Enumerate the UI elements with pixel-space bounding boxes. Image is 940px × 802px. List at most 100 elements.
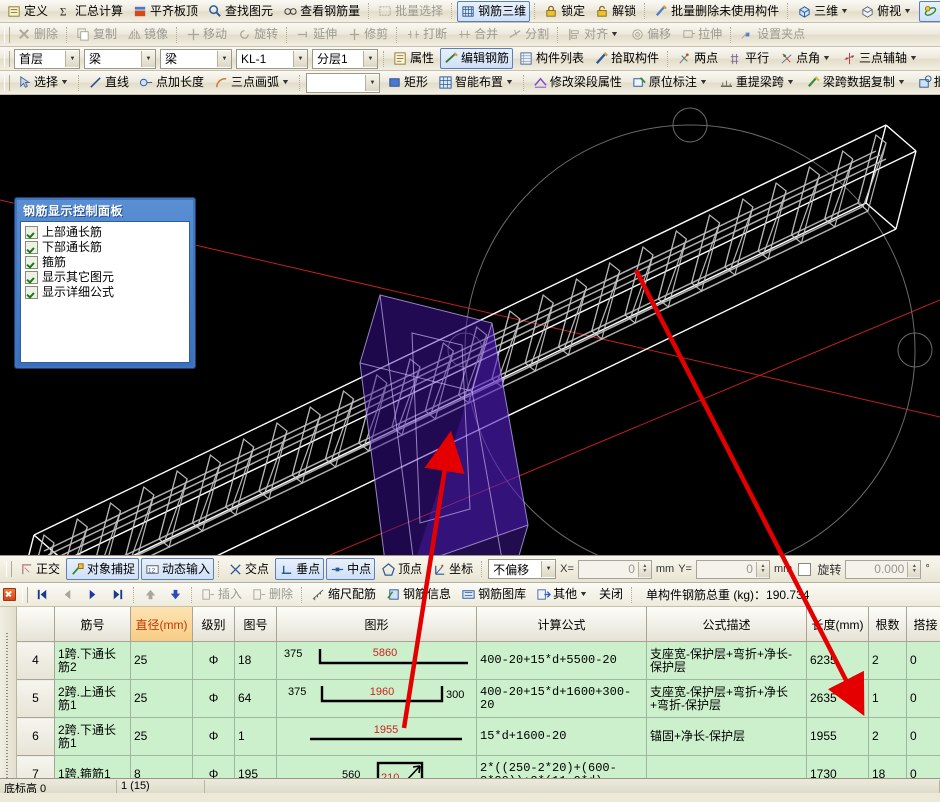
toolbar-item-smart-layout-icon[interactable]: 智能布置 ▼ <box>434 72 519 93</box>
cell-name[interactable]: 2跨.下通长筋1 <box>54 717 131 756</box>
toolbar-item-batch-delete-icon[interactable]: 批量删除未使用构件 <box>650 1 783 22</box>
toolbar-item-three-point-axis-icon[interactable]: 三点辅轴 ▼ <box>838 48 923 69</box>
toolbar-item-parallel-icon[interactable]: 平行 <box>724 48 773 69</box>
rebar-panel-row[interactable]: 箍筋 <box>25 255 185 269</box>
toolbar-item-close-panel[interactable]: 关闭 <box>595 584 627 605</box>
cell-diameter[interactable]: 25 <box>130 717 193 756</box>
toolbar-item-midpoint-icon[interactable]: 中点 <box>326 558 376 580</box>
column-header-idx[interactable] <box>16 607 55 642</box>
toolbar-grip[interactable] <box>6 561 12 577</box>
toolbar-item-next-record-icon[interactable] <box>81 584 104 605</box>
toolbar-item-two-point-icon[interactable]: 两点 <box>673 48 722 69</box>
toolbar-item-rebar-info-icon[interactable]: 钢筋信息 <box>382 584 455 605</box>
offset-mode-select[interactable]: 不偏移 ▼ <box>488 559 557 579</box>
cell-formula[interactable]: 400-20+15*d+5500-20 <box>476 641 647 680</box>
chevron-down-icon[interactable]: ▼ <box>217 50 231 67</box>
toolbar-item-find-element-icon[interactable]: 查找图元 <box>204 1 277 22</box>
cell-grade[interactable]: Φ <box>192 641 235 680</box>
rotate-input[interactable]: 0.000 ▲ ▼ <box>845 559 922 579</box>
toolbar-item-in-situ-label-icon[interactable]: 原位标注 ▼ <box>628 72 713 93</box>
cell-name[interactable]: 2跨.上通长筋1 <box>54 679 131 718</box>
x-offset-input[interactable]: 0 ▲ ▼ <box>577 559 652 579</box>
cell-length[interactable]: 6235 <box>806 641 869 680</box>
checkbox-0[interactable] <box>25 225 38 239</box>
cell-shape-no[interactable]: 18 <box>234 641 277 680</box>
toolbar-item-intersection-icon[interactable]: 交点 <box>224 558 273 580</box>
floor-select[interactable]: 首层 ▼ <box>14 48 80 69</box>
rebar-panel-row[interactable]: 显示详细公式 <box>25 285 185 299</box>
component-select[interactable]: KL-1 ▼ <box>236 48 308 69</box>
toolbar-item-line-icon[interactable]: 直线 <box>84 72 133 93</box>
chevron-down-icon[interactable]: ▼ <box>579 585 588 604</box>
rebar-panel-row[interactable]: 显示其它图元 <box>25 270 185 284</box>
toolbar-item-cube-3d-icon[interactable]: 三维 ▼ <box>793 1 854 22</box>
cell-description[interactable]: 支座宽-保护层+弯折+净长-保护层 <box>646 641 807 680</box>
cell-lap[interactable]: 0 <box>906 717 940 756</box>
cell-length[interactable]: 1955 <box>806 717 869 756</box>
chevron-down-icon[interactable]: ▼ <box>141 50 155 67</box>
cell-lap[interactable]: 0 <box>906 679 940 718</box>
column-header-name[interactable]: 筋号 <box>54 607 131 642</box>
y-offset-input[interactable]: 0 ▲ ▼ <box>695 559 770 579</box>
toolbar-item-rebar-3d-icon[interactable]: 钢筋三维 <box>457 0 531 22</box>
chevron-down-icon[interactable]: ▼ <box>363 50 377 67</box>
layer-select[interactable]: 分层1 ▼ <box>312 48 378 69</box>
shape-combo[interactable]: ▼ <box>305 72 380 93</box>
cell-length[interactable]: 2635 <box>806 679 869 718</box>
chevron-down-icon[interactable]: ▼ <box>909 49 918 68</box>
checkbox-1[interactable] <box>25 240 38 254</box>
chevron-down-icon[interactable]: ▼ <box>541 561 556 577</box>
toolbar-item-rebar-library-icon[interactable]: 钢筋图库 <box>457 584 530 605</box>
toolbar-item-vertex-icon[interactable]: 顶点 <box>377 558 426 580</box>
checkbox-4[interactable] <box>25 285 38 299</box>
cell-shape[interactable]: 1955 <box>276 717 477 756</box>
checkbox-2[interactable] <box>25 255 38 269</box>
toolbar-item-respan-beam-icon[interactable]: 重提梁跨 ▼ <box>715 72 800 93</box>
toolbar-item-rect-icon[interactable]: 矩形 <box>383 72 432 93</box>
cell-description[interactable]: 支座宽-保护层+弯折+净长+弯折-保护层 <box>646 679 807 718</box>
cell-formula[interactable]: 15*d+1600-20 <box>476 717 647 756</box>
toolbar-item-object-snap-icon[interactable]: 对象捕捉 <box>66 558 140 580</box>
chevron-down-icon[interactable]: ▼ <box>65 50 79 67</box>
type-select[interactable]: 梁 ▼ <box>160 48 232 69</box>
cell-shape-no[interactable]: 1 <box>234 717 277 756</box>
toolbar-item-first-record-icon[interactable] <box>31 584 54 605</box>
chevron-down-icon[interactable]: ▼ <box>60 73 69 92</box>
cell-grade[interactable]: Φ <box>192 717 235 756</box>
cell-formula[interactable]: 400-20+15*d+1600+300-20 <box>476 679 647 718</box>
close-icon[interactable] <box>3 588 16 601</box>
toolbar-item-top-view-icon[interactable]: 俯视 ▼ <box>856 1 917 22</box>
column-header-formula[interactable]: 计算公式 <box>476 607 647 642</box>
cell-count[interactable]: 2 <box>868 641 907 680</box>
rotate-checkbox[interactable] <box>798 562 812 576</box>
cell-shape[interactable]: 375 5860 <box>276 641 477 680</box>
toolbar-item-define-icon[interactable]: 定义 <box>3 1 52 22</box>
chevron-down-icon[interactable]: ▼ <box>505 73 514 92</box>
chevron-down-icon[interactable]: ▼ <box>822 49 831 68</box>
toolbar-item-unlock-icon[interactable]: 解锁 <box>591 1 640 22</box>
table-row[interactable]: 6 2跨.下通长筋1 25 Φ 1 1955 15*d+1600-20 锚固+净长-保护层 19… <box>16 717 940 756</box>
toolbar-item-dynamic-input-icon[interactable]: 12 动态输入 <box>141 558 215 580</box>
toolbar-grip[interactable] <box>4 74 10 91</box>
toolbar-item-move-down-icon[interactable] <box>164 584 187 605</box>
table-row[interactable]: 4 1跨.下通长筋2 25 Φ 18 375 5860 400-20+15*d+5500-20… <box>16 641 940 680</box>
chevron-down-icon[interactable]: ▼ <box>281 73 290 92</box>
3d-viewport[interactable]: Z X Y 钢筋显示控制面板 上部通长筋下部通长筋箍筋显示其它图元显示详细公式 <box>0 95 940 555</box>
toolbar-item-lock-icon[interactable]: 锁定 <box>540 1 589 22</box>
toolbar-item-view-rebar-qty-icon[interactable]: 查看钢筋量 <box>279 1 364 22</box>
toolbar-item-copy-span-data-icon[interactable]: 梁跨数据复制 ▼ <box>802 72 911 93</box>
toolbar-item-point-angle-icon[interactable]: 点角 ▼ <box>775 48 836 69</box>
column-header-grade[interactable]: 级别 <box>192 607 235 642</box>
cell-lap[interactable]: 0 <box>906 641 940 680</box>
checkbox-3[interactable] <box>25 270 38 284</box>
toolbar-item-property-icon[interactable]: 属性 <box>389 48 438 69</box>
column-header-shapeno[interactable]: 图号 <box>234 607 277 642</box>
rebar-panel-row[interactable]: 下部通长筋 <box>25 240 185 254</box>
y-spinner[interactable]: ▲ ▼ <box>755 561 769 577</box>
toolbar-item-component-list-icon[interactable]: 构件列表 <box>515 48 588 69</box>
chevron-down-icon[interactable]: ▼ <box>364 74 379 91</box>
chevron-down-icon[interactable]: ▼ <box>903 2 912 21</box>
toolbar-item-edit-beam-seg-icon[interactable]: 修改梁段属性 <box>529 72 626 93</box>
column-header-dia[interactable]: 直径(mm) <box>130 607 193 642</box>
cell-name[interactable]: 1跨.下通长筋2 <box>54 641 131 680</box>
